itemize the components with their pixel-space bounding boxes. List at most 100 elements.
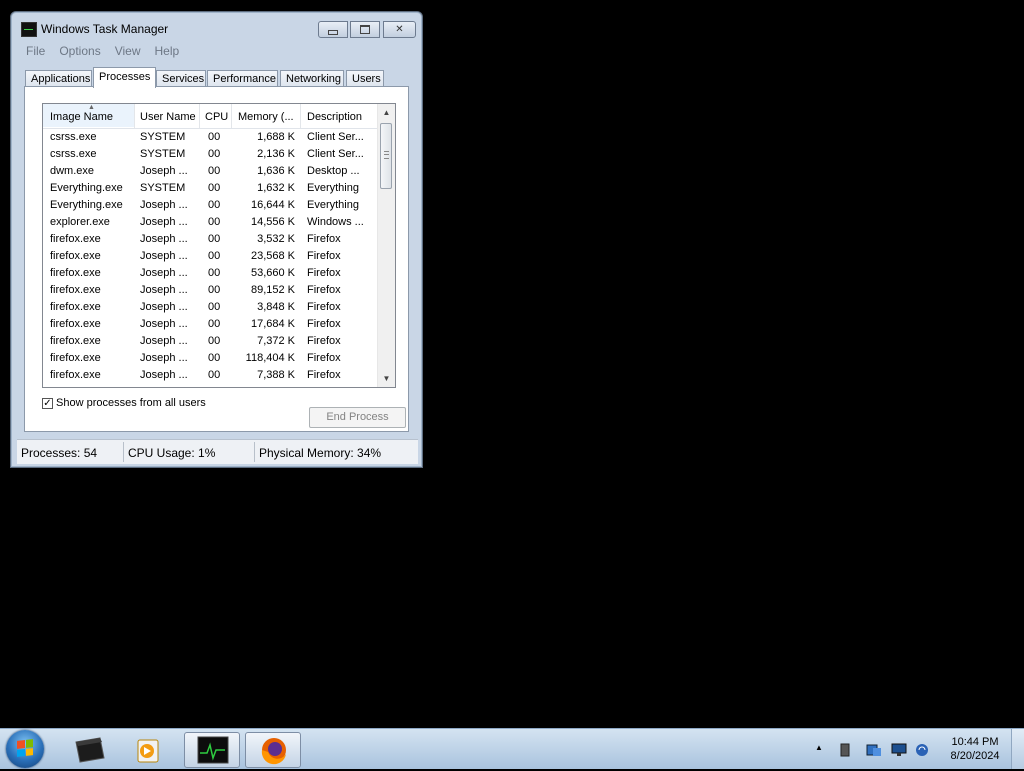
process-user-name: Joseph ... xyxy=(140,199,188,211)
process-image-name: firefox.exe xyxy=(50,335,101,347)
process-cpu: 00 xyxy=(208,352,221,364)
process-cpu: 00 xyxy=(208,284,221,296)
menu-file[interactable]: File xyxy=(19,44,52,58)
process-description: Firefox xyxy=(307,233,341,245)
process-user-name: SYSTEM xyxy=(140,182,186,194)
scroll-down-arrow-icon[interactable]: ▼ xyxy=(378,370,395,387)
process-user-name: Joseph ... xyxy=(140,250,188,262)
process-image-name: firefox.exe xyxy=(50,284,101,296)
checkmark-icon: ✓ xyxy=(43,397,52,409)
process-memory: 23,568 K xyxy=(250,250,295,262)
tray-network-drive-icon[interactable] xyxy=(866,743,881,756)
taskbar-black-box-app[interactable] xyxy=(62,732,118,768)
table-row[interactable]: firefox.exe Joseph ... 00 53,660 K Firefox xyxy=(43,265,378,282)
table-row[interactable]: firefox.exe Joseph ... 00 7,388 K Firefox xyxy=(43,367,378,384)
menu-view[interactable]: View xyxy=(108,44,148,58)
process-description: Firefox xyxy=(307,267,341,279)
process-cpu: 00 xyxy=(208,369,221,381)
tab-users[interactable]: Users xyxy=(346,70,384,87)
table-row[interactable]: Everything.exe Joseph ... 00 16,644 K Everyt… xyxy=(43,197,378,214)
process-description: Firefox xyxy=(307,318,341,330)
process-image-name: firefox.exe xyxy=(50,233,101,245)
clock-date: 8/20/2024 xyxy=(950,750,1000,762)
process-description: Firefox xyxy=(307,369,341,381)
show-all-processes-checkbox[interactable]: ✓ xyxy=(42,397,53,409)
process-cpu: 00 xyxy=(208,216,221,228)
status-cpu-usage: CPU Usage: 1% xyxy=(128,446,216,460)
table-row[interactable]: firefox.exe Joseph ... 00 89,152 K Firefox xyxy=(43,282,378,299)
table-row[interactable]: firefox.exe Joseph ... 00 17,684 K Firefox xyxy=(43,316,378,333)
process-user-name: SYSTEM xyxy=(140,131,186,143)
header-memory[interactable]: Memory (... xyxy=(238,111,294,123)
column-divider[interactable] xyxy=(300,104,301,128)
menu-help[interactable]: Help xyxy=(148,44,187,58)
tray-monitor-icon[interactable] xyxy=(891,743,907,756)
minimize-button[interactable] xyxy=(318,21,348,38)
process-user-name: Joseph ... xyxy=(140,165,188,177)
status-divider xyxy=(254,442,255,462)
process-cpu: 00 xyxy=(208,165,221,177)
start-button[interactable] xyxy=(6,730,44,768)
table-row[interactable]: Everything.exe SYSTEM 00 1,632 K Everything xyxy=(43,180,378,197)
taskbar-media-player[interactable] xyxy=(122,732,178,768)
process-cpu: 00 xyxy=(208,199,221,211)
header-cpu[interactable]: CPU xyxy=(205,111,228,123)
process-memory: 1,636 K xyxy=(257,165,295,177)
taskbar-firefox[interactable] xyxy=(245,732,301,768)
title-bar[interactable]: Windows Task Manager ✕ xyxy=(11,12,422,42)
tab-processes[interactable]: Processes xyxy=(93,67,156,88)
clock-time: 10:44 PM xyxy=(951,736,999,748)
tab-applications[interactable]: Applications xyxy=(25,70,92,87)
column-divider[interactable] xyxy=(231,104,232,128)
list-header: ▲ Image Name User Name CPU Memory (... D… xyxy=(43,104,378,129)
show-hidden-icons-arrow[interactable]: ▲ xyxy=(815,743,829,755)
taskbar-task-manager[interactable] xyxy=(184,732,240,768)
task-manager-icon xyxy=(197,736,229,764)
process-list[interactable]: ▲ Image Name User Name CPU Memory (... D… xyxy=(42,103,396,388)
table-row[interactable]: firefox.exe Joseph ... 00 7,372 K Firefox xyxy=(43,333,378,350)
process-memory: 1,688 K xyxy=(257,131,295,143)
show-desktop-button[interactable] xyxy=(1011,729,1024,769)
end-process-button[interactable]: End Process xyxy=(309,407,406,428)
header-description[interactable]: Description xyxy=(307,111,362,123)
header-image-name[interactable]: Image Name xyxy=(50,111,113,123)
scroll-up-arrow-icon[interactable]: ▲ xyxy=(378,104,395,121)
process-cpu: 00 xyxy=(208,301,221,313)
table-row[interactable]: explorer.exe Joseph ... 00 14,556 K Windows … xyxy=(43,214,378,231)
tab-networking[interactable]: Networking xyxy=(280,70,344,87)
vertical-scrollbar[interactable]: ▲ ▼ xyxy=(377,104,395,387)
window-title: Windows Task Manager xyxy=(41,22,169,36)
tab-services[interactable]: Services xyxy=(156,70,206,87)
process-description: Client Ser... xyxy=(307,148,364,160)
table-row[interactable]: firefox.exe Joseph ... 00 3,848 K Firefox xyxy=(43,299,378,316)
process-user-name: Joseph ... xyxy=(140,369,188,381)
windows-logo-icon xyxy=(17,739,33,757)
table-row[interactable]: firefox.exe Joseph ... 00 118,404 K Firefox xyxy=(43,350,378,367)
process-user-name: Joseph ... xyxy=(140,233,188,245)
process-description: Firefox xyxy=(307,250,341,262)
table-row[interactable]: firefox.exe Joseph ... 00 23,568 K Firefox xyxy=(43,248,378,265)
column-divider[interactable] xyxy=(199,104,200,128)
process-description: Firefox xyxy=(307,301,341,313)
close-button[interactable]: ✕ xyxy=(383,21,416,38)
taskbar: ▲ 10:44 PM 8/20/2024 xyxy=(0,728,1024,769)
system-clock[interactable]: 10:44 PM 8/20/2024 xyxy=(940,735,1010,763)
show-all-processes-label[interactable]: Show processes from all users xyxy=(56,397,206,409)
scroll-thumb[interactable] xyxy=(380,123,392,189)
maximize-button[interactable] xyxy=(350,21,380,38)
table-row[interactable]: dwm.exe Joseph ... 00 1,636 K Desktop ... xyxy=(43,163,378,180)
tab-performance[interactable]: Performance xyxy=(207,70,278,87)
process-memory: 3,532 K xyxy=(257,233,295,245)
show-all-processes-option[interactable]: ✓ Show processes from all users xyxy=(42,397,206,409)
table-row[interactable]: firefox.exe Joseph ... 00 3,532 K Firefox xyxy=(43,231,378,248)
table-row[interactable]: csrss.exe SYSTEM 00 2,136 K Client Ser... xyxy=(43,146,378,163)
tray-volume-icon[interactable] xyxy=(915,743,929,756)
tray-device-icon[interactable] xyxy=(838,743,852,757)
column-divider[interactable] xyxy=(134,104,135,128)
process-memory: 16,644 K xyxy=(250,199,295,211)
table-row[interactable]: csrss.exe SYSTEM 00 1,688 K Client Ser... xyxy=(43,129,378,146)
menu-options[interactable]: Options xyxy=(52,44,107,58)
process-user-name: Joseph ... xyxy=(140,301,188,313)
process-image-name: csrss.exe xyxy=(50,148,97,160)
header-user-name[interactable]: User Name xyxy=(140,111,196,123)
